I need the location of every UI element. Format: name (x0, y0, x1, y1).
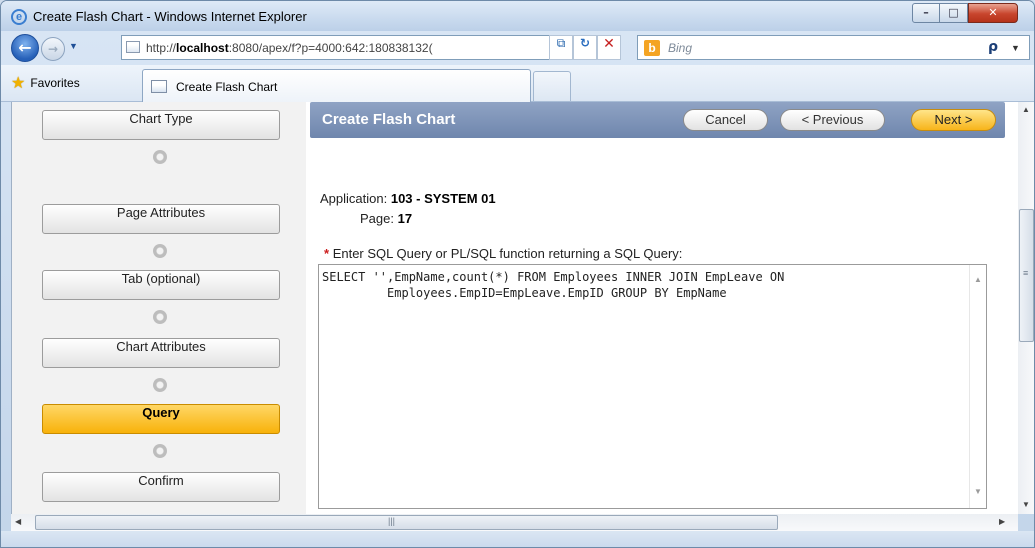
url-prefix: http:// (146, 41, 177, 55)
title-bar: e Create Flash Chart - Windows Internet … (1, 1, 1034, 31)
grip-icon: ||| (388, 516, 396, 526)
scroll-down-icon[interactable]: ▼ (1022, 500, 1030, 509)
previous-button[interactable]: < Previous (780, 109, 885, 131)
panel-header: Create Flash Chart Cancel < Previous Nex… (310, 102, 1005, 138)
forward-button[interactable]: → (41, 37, 65, 61)
grip-icon: ≡ (1023, 268, 1029, 278)
step-connector-icon (153, 378, 167, 392)
query-field-label: * Enter SQL Query or PL/SQL function ret… (324, 246, 682, 261)
application-info: Application: 103 - SYSTEM 01 (320, 191, 496, 206)
page-icon (126, 41, 140, 53)
url-path: :8080/apex/f?p=4000:642:180838132( (228, 41, 433, 55)
url-text[interactable]: http://localhost:8080/apex/f?p=4000:642:… (146, 41, 596, 55)
url-host: localhost (176, 41, 229, 55)
horizontal-scroll-thumb[interactable]: ||| (35, 515, 778, 530)
step-tab-optional[interactable]: Tab (optional) (42, 270, 280, 300)
step-connector-icon (153, 444, 167, 458)
refresh-icon[interactable]: ↻ (573, 35, 597, 60)
compatibility-view-icon[interactable]: ⧉ (549, 35, 573, 60)
page-content: Chart Type Page Attributes Tab (optional… (11, 102, 1020, 514)
scroll-left-icon[interactable]: ◀ (15, 517, 21, 526)
sql-query-textarea[interactable]: SELECT '',EmpName,count(*) FROM Employee… (318, 264, 987, 509)
favorites-bar: ★ Favorites Create Flash Chart (1, 65, 1034, 102)
recent-pages-dropdown-icon[interactable]: ▼ (69, 41, 78, 51)
horizontal-scrollbar[interactable]: ◀ ||| ▶ (11, 514, 1018, 531)
browser-tab[interactable]: Create Flash Chart (142, 69, 531, 102)
scroll-right-icon[interactable]: ▶ (999, 517, 1005, 526)
sql-query-text[interactable]: SELECT '',EmpName,count(*) FROM Employee… (322, 269, 962, 301)
page-icon (151, 80, 167, 93)
ie-logo-icon: e (11, 9, 27, 25)
favorites-label: Favorites (30, 76, 80, 90)
status-bar (1, 531, 1034, 547)
search-icon[interactable]: ρ (988, 39, 998, 55)
panel-title: Create Flash Chart (322, 111, 456, 128)
application-label: Application: (320, 191, 388, 206)
star-icon: ★ (11, 75, 26, 92)
next-button[interactable]: Next > (911, 109, 996, 131)
cancel-button[interactable]: Cancel (683, 109, 768, 131)
close-button[interactable]: ✕ (968, 3, 1018, 23)
step-connector-icon (153, 244, 167, 258)
wizard-panel: Create Flash Chart Cancel < Previous Nex… (310, 102, 1005, 514)
step-chart-type[interactable]: Chart Type (42, 110, 280, 140)
new-tab-button[interactable] (533, 71, 571, 101)
step-page-attributes[interactable]: Page Attributes (42, 204, 280, 234)
step-chart-attributes[interactable]: Chart Attributes (42, 338, 280, 368)
vertical-scrollbar[interactable]: ▲ ≡ ▼ (1018, 102, 1034, 514)
page-info: Page: 17 (360, 211, 412, 226)
step-connector-icon (153, 150, 167, 164)
required-marker: * (324, 246, 330, 261)
scroll-down-icon[interactable]: ▼ (974, 487, 982, 496)
minimize-button[interactable]: – (912, 3, 940, 23)
stop-icon[interactable]: ✕ (597, 35, 621, 60)
textarea-scrollbar[interactable]: ▲ ▼ (969, 265, 986, 508)
window-title: Create Flash Chart - Windows Internet Ex… (33, 9, 307, 24)
bing-logo-icon: b (644, 40, 660, 56)
scroll-up-icon[interactable]: ▲ (974, 275, 982, 284)
search-input[interactable]: Bing (668, 41, 692, 55)
search-options-dropdown-icon[interactable]: ▼ (1011, 43, 1020, 53)
query-label: Enter SQL Query or PL/SQL function retur… (332, 246, 683, 261)
address-bar[interactable]: http://localhost:8080/apex/f?p=4000:642:… (121, 35, 647, 60)
step-connector-icon (153, 310, 167, 324)
step-confirm[interactable]: Confirm (42, 472, 280, 502)
address-toolbar: ← → ▼ http://localhost:8080/apex/f?p=400… (1, 31, 1034, 65)
search-box[interactable]: b Bing ρ ▼ (637, 35, 1030, 60)
page-value: 17 (397, 211, 413, 226)
step-query[interactable]: Query (42, 404, 280, 434)
application-value: 103 - SYSTEM 01 (390, 191, 496, 206)
tab-title: Create Flash Chart (176, 80, 278, 94)
vertical-scroll-thumb[interactable]: ≡ (1019, 209, 1034, 342)
wizard-steps: Chart Type Page Attributes Tab (optional… (12, 102, 306, 514)
favorites-button[interactable]: ★ Favorites (7, 71, 88, 95)
scroll-up-icon[interactable]: ▲ (1022, 105, 1030, 114)
page-label: Page: (360, 211, 394, 226)
browser-window: e Create Flash Chart - Windows Internet … (0, 0, 1035, 548)
back-button[interactable]: ← (11, 34, 39, 62)
maximize-button[interactable]: □ (940, 3, 968, 23)
